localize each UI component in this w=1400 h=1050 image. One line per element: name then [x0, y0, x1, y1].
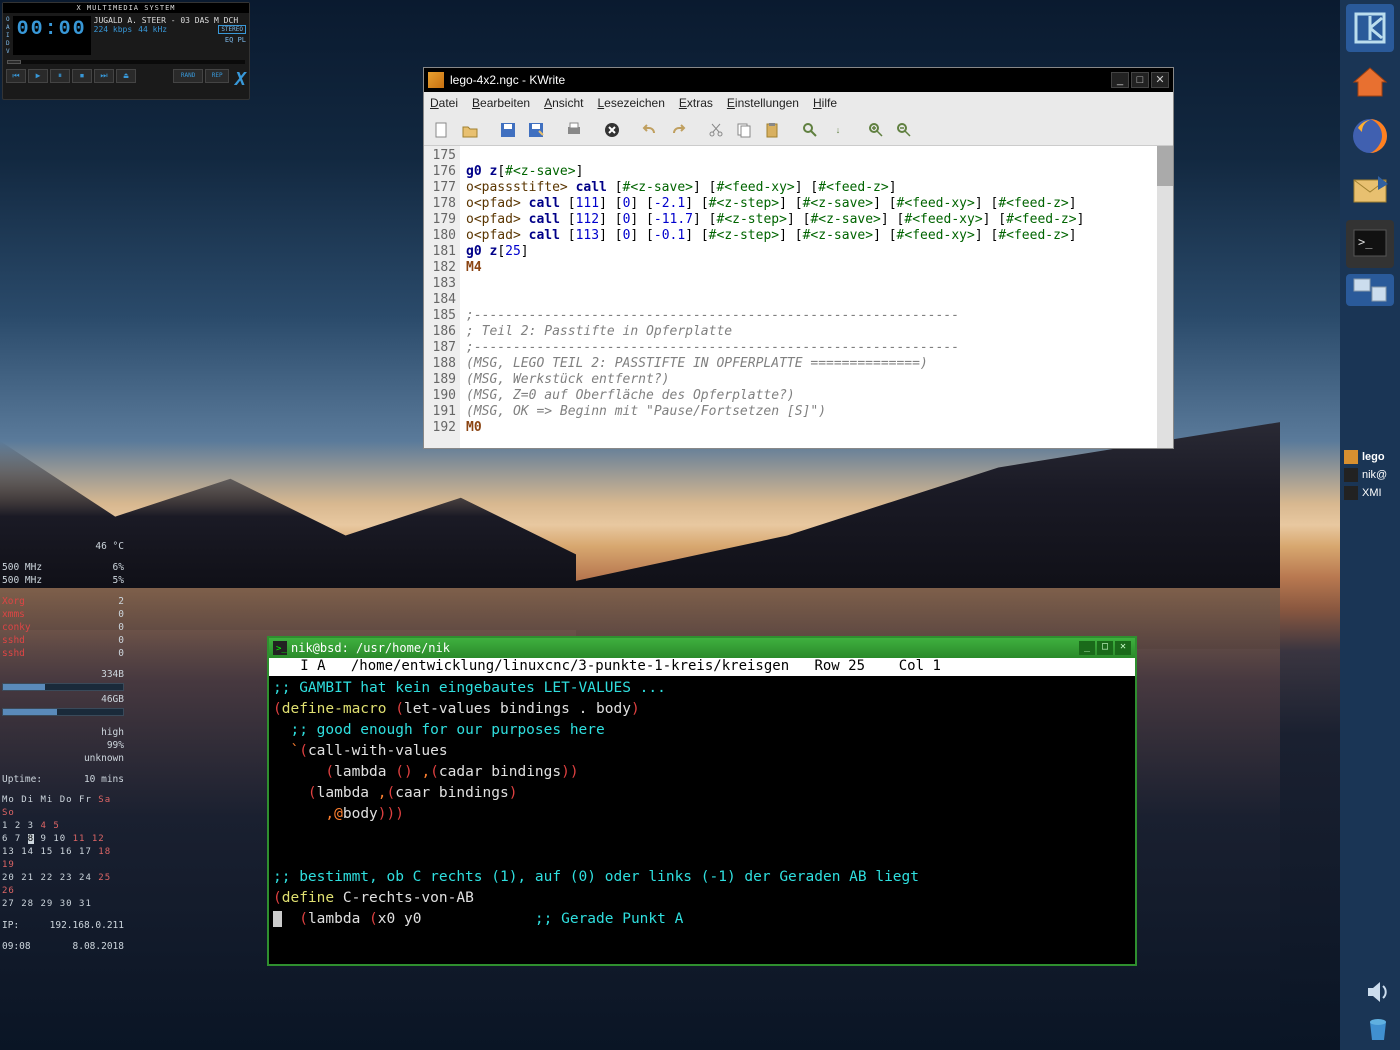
terminal-titlebar[interactable]: >_ nik@bsd: /usr/home/nik _ □ ✕ [269, 638, 1135, 658]
conky-temp: 46 °C [95, 540, 124, 553]
taskbar-item-lego[interactable]: lego [1340, 448, 1400, 466]
xmms-pause-button[interactable]: ⏸ [50, 69, 70, 83]
save-as-icon[interactable] [524, 118, 548, 142]
kwrite-toolbar: ↓ [424, 114, 1173, 146]
taskbar: lego nik@ XMI [1340, 448, 1400, 502]
kwrite-menubar: Datei Bearbeiten Ansicht Lesezeichen Ext… [424, 92, 1173, 114]
terminal-app-icon: >_ [273, 641, 287, 655]
menu-lesezeichen[interactable]: Lesezeichen [597, 96, 664, 110]
xmms-stop-button[interactable]: ⏹ [72, 69, 92, 83]
kde-menu-icon[interactable] [1346, 4, 1394, 52]
undo-icon[interactable] [638, 118, 662, 142]
xmms-play-button[interactable]: ▶ [28, 69, 48, 83]
xmms-bitrate: 224 kbps [94, 25, 133, 34]
volume-icon[interactable] [1364, 978, 1392, 1006]
terminal-window-title: nik@bsd: /usr/home/nik [291, 641, 1079, 655]
menu-bearbeiten[interactable]: Bearbeiten [472, 96, 530, 110]
svg-text:>_: >_ [1358, 235, 1373, 249]
konsole-icon[interactable]: >_ [1346, 220, 1394, 268]
menu-hilfe[interactable]: Hilfe [813, 96, 837, 110]
zoom-out-icon[interactable] [892, 118, 916, 142]
xmms-next-button[interactable]: ⏭ [94, 69, 114, 83]
scrollbar-thumb[interactable] [1157, 146, 1173, 186]
menu-einstellungen[interactable]: Einstellungen [727, 96, 799, 110]
xmms-samplerate: 44 kHz [138, 25, 167, 34]
xmms-eject-button[interactable]: ⏏ [116, 69, 136, 83]
close-button[interactable]: ✕ [1151, 72, 1169, 88]
terminal-minimize-button[interactable]: _ [1079, 641, 1095, 655]
terminal-window[interactable]: >_ nik@bsd: /usr/home/nik _ □ ✕ I A /hom… [267, 636, 1137, 966]
xmms-rep-button[interactable]: REP [205, 69, 229, 83]
conky-monitor: 46 °C 500 MHz6% 500 MHz5% Xorg2xmms0conk… [2, 540, 124, 953]
xmms-time-display: 00:00 [13, 16, 91, 55]
kwrite-window-title: lego-4x2.ngc - KWrite [450, 73, 1111, 87]
terminal-maximize-button[interactable]: □ [1097, 641, 1113, 655]
kwrite-line-numbers: 1751761771781791801811821831841851861871… [424, 146, 460, 448]
xmms-track-title: JUGALD A. STEER - 03 DAS M DCH [94, 16, 246, 25]
xmms-eq-pl[interactable]: EQ PL [94, 36, 246, 44]
xmms-stereo-badge: STEREO [218, 25, 246, 34]
copy-icon[interactable] [732, 118, 756, 142]
find-next-icon[interactable]: ↓ [826, 118, 850, 142]
cut-icon[interactable] [704, 118, 728, 142]
kwrite-window[interactable]: lego-4x2.ngc - KWrite _ □ ✕ Datei Bearbe… [423, 67, 1174, 449]
kwrite-editor-area[interactable]: g0 z[#<z-save>]o<passstifte> call [#<z-s… [460, 146, 1157, 448]
save-icon[interactable] [496, 118, 520, 142]
open-file-icon[interactable] [458, 118, 482, 142]
xmms-titlebar[interactable]: X MULTIMEDIA SYSTEM [3, 3, 249, 13]
taskbar-item-terminal[interactable]: nik@ [1340, 466, 1400, 484]
conky-date: 8.08.2018 [73, 940, 124, 953]
paste-icon[interactable] [760, 118, 784, 142]
close-doc-icon[interactable] [600, 118, 624, 142]
menu-extras[interactable]: Extras [679, 96, 713, 110]
xmms-prev-button[interactable]: ⏮ [6, 69, 26, 83]
taskbar-item-xmms[interactable]: XMI [1340, 484, 1400, 502]
terminal-content[interactable]: ;; GAMBIT hat kein eingebautes LET-VALUE… [269, 676, 1135, 964]
show-desktop-icon[interactable] [1346, 274, 1394, 306]
kwrite-app-icon [428, 72, 444, 88]
kwrite-scrollbar[interactable] [1157, 146, 1173, 448]
svg-text:>_: >_ [276, 644, 287, 654]
menu-datei[interactable]: Datei [430, 96, 458, 110]
menu-ansicht[interactable]: Ansicht [544, 96, 583, 110]
home-folder-icon[interactable] [1346, 58, 1394, 106]
xmms-rand-button[interactable]: RAND [173, 69, 203, 83]
zoom-in-icon[interactable] [864, 118, 888, 142]
xmms-player-window[interactable]: X MULTIMEDIA SYSTEM OAIDV 00:00 JUGALD A… [2, 2, 250, 100]
find-icon[interactable] [798, 118, 822, 142]
redo-icon[interactable] [666, 118, 690, 142]
terminal-close-button[interactable]: ✕ [1115, 641, 1131, 655]
maximize-button[interactable]: □ [1131, 72, 1149, 88]
minimize-button[interactable]: _ [1111, 72, 1129, 88]
kmail-icon[interactable] [1346, 166, 1394, 214]
firefox-icon[interactable] [1346, 112, 1394, 160]
conky-time: 09:08 [2, 940, 31, 953]
trash-icon[interactable] [1364, 1014, 1392, 1042]
xmms-transport-controls: ⏮ ▶ ⏸ ⏹ ⏭ ⏏ RAND REP X [3, 66, 249, 93]
kwrite-titlebar[interactable]: lego-4x2.ngc - KWrite _ □ ✕ [424, 68, 1173, 92]
xmms-seekbar[interactable] [7, 60, 245, 64]
print-icon[interactable] [562, 118, 586, 142]
panel-right: >_ [1340, 0, 1400, 1050]
new-file-icon[interactable] [430, 118, 454, 142]
system-tray [1364, 978, 1392, 1042]
terminal-status-line: I A /home/entwicklung/linuxcnc/3-punkte-… [269, 658, 1135, 676]
